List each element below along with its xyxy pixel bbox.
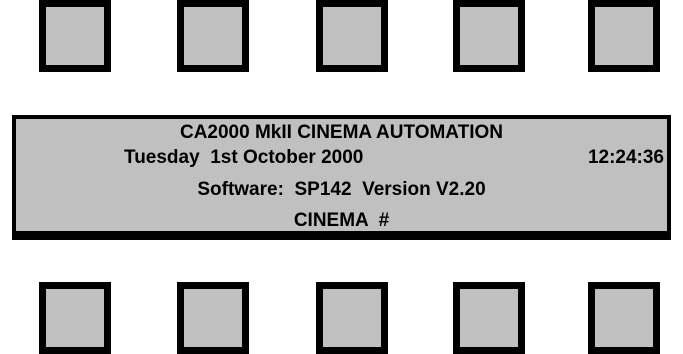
top-soft-key-2[interactable] (177, 0, 249, 72)
top-soft-key-5[interactable] (588, 0, 660, 72)
bottom-soft-key-5[interactable] (588, 282, 660, 354)
lcd-display: CA2000 MkII CINEMA AUTOMATION Tuesday 1s… (12, 115, 671, 240)
bottom-soft-key-row (0, 282, 683, 354)
bottom-soft-key-3[interactable] (316, 282, 388, 354)
top-soft-key-1[interactable] (39, 0, 111, 72)
top-soft-key-4[interactable] (453, 0, 525, 72)
display-date: Tuesday 1st October 2000 (124, 147, 364, 168)
bottom-soft-key-4[interactable] (453, 282, 525, 354)
bottom-soft-key-1[interactable] (39, 282, 111, 354)
top-soft-key-3[interactable] (316, 0, 388, 72)
display-cinema-number: CINEMA # (293, 210, 390, 231)
top-soft-key-row (0, 0, 683, 72)
display-time: 12:24:36 (587, 147, 664, 168)
bottom-soft-key-2[interactable] (177, 282, 249, 354)
display-title: CA2000 MkII CINEMA AUTOMATION (179, 122, 504, 143)
display-software-version: Software: SP142 Version V2.20 (197, 179, 486, 200)
